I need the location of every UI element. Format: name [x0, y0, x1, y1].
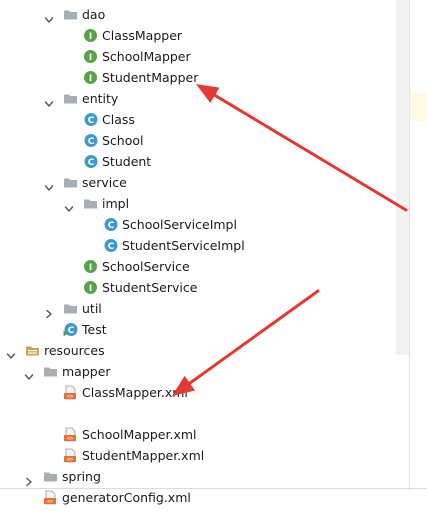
tree-item-label: School [102, 133, 144, 148]
chevron-down-icon[interactable] [64, 199, 74, 212]
tree-row[interactable]: C Class [0, 109, 396, 130]
interface-icon: I [83, 259, 98, 274]
tree-item-label: Test [82, 322, 107, 337]
class-icon: C [83, 154, 98, 169]
chevron-down-icon[interactable] [44, 178, 54, 191]
folder-icon [63, 301, 78, 316]
svg-text:I: I [89, 32, 92, 42]
folder-icon [63, 91, 78, 106]
svg-text:C: C [88, 158, 95, 168]
tree-item-label: util [82, 301, 102, 316]
tree-row[interactable]: <> ClassMapper.xml [0, 382, 396, 403]
svg-text:C: C [108, 242, 115, 252]
interface-icon: I [83, 280, 98, 295]
tree-item-label: ClassMapper.xml [82, 385, 188, 400]
tree-row[interactable]: <> generatorConfig.xml [0, 487, 396, 508]
xml-file-icon: <> [43, 490, 58, 505]
chevron-right-icon[interactable] [24, 472, 34, 487]
tree-item-label: entity [82, 91, 119, 106]
chevron-down-icon[interactable] [24, 367, 34, 380]
xml-file-icon: <> [63, 448, 78, 463]
svg-text:I: I [89, 74, 92, 84]
xml-file-icon: <> [63, 385, 78, 400]
chevron-down-icon[interactable] [44, 94, 54, 107]
tree-item-label: dao [82, 7, 106, 22]
svg-text:C: C [108, 221, 115, 231]
class-icon: C [103, 238, 118, 253]
editor-line-highlight [410, 93, 427, 121]
tree-row[interactable]: I SchoolMapper [0, 46, 396, 67]
svg-text:C: C [68, 326, 75, 336]
class-icon: C [103, 217, 118, 232]
svg-text:<>: <> [67, 436, 74, 442]
tree-item-label: Student [102, 154, 152, 169]
tree-item-label: Class [102, 112, 135, 127]
svg-text:<>: <> [67, 394, 74, 400]
tree-row[interactable]: I SchoolService [0, 256, 396, 277]
xml-file-icon: <> [63, 427, 78, 442]
tree-item-label: SchoolServiceImpl [122, 217, 237, 232]
folder-icon [83, 196, 98, 211]
svg-text:I: I [89, 53, 92, 63]
tree-item-label: SchoolMapper.xml [82, 427, 197, 442]
tree-row[interactable]: service [0, 172, 396, 193]
svg-text:I: I [89, 263, 92, 273]
class-icon: C [83, 112, 98, 127]
tree-row[interactable]: mapper [0, 361, 396, 382]
folder-icon [43, 469, 58, 484]
folder-icon [63, 7, 78, 22]
tree-item-label: service [82, 175, 127, 190]
interface-icon: I [83, 28, 98, 43]
resources-folder-icon [25, 343, 40, 358]
tree-item-label: SchoolMapper [102, 49, 191, 64]
tree-row[interactable]: I ClassMapper [0, 25, 396, 46]
tree-row[interactable]: C Student [0, 151, 396, 172]
tree-row[interactable]: C SchoolServiceImpl [0, 214, 396, 235]
interface-icon: I [83, 49, 98, 64]
tree-item-label: StudentServiceImpl [122, 238, 245, 253]
svg-text:<>: <> [47, 499, 54, 505]
svg-text:I: I [89, 284, 92, 294]
tree-item-label: spring [62, 469, 101, 484]
folder-icon [43, 364, 58, 379]
tree-row[interactable]: C School [0, 130, 396, 151]
tree-item-label: impl [102, 196, 130, 211]
runnable-class-icon: C [63, 322, 78, 337]
tree-item-label: generatorConfig.xml [62, 490, 191, 505]
tree-row[interactable]: <> SchoolMapper.xml [0, 424, 396, 445]
chevron-right-icon[interactable] [44, 304, 54, 319]
tree-row[interactable]: impl [0, 193, 396, 214]
tree-item-label: StudentMapper.xml [82, 448, 205, 463]
chevron-down-icon[interactable] [6, 346, 16, 359]
chevron-down-icon[interactable] [44, 10, 54, 23]
tree-item-label: StudentMapper [102, 70, 199, 85]
folder-icon [63, 175, 78, 190]
tree-row[interactable]: spring [0, 466, 396, 487]
interface-icon: I [83, 70, 98, 85]
tree-item-label: SchoolService [102, 259, 190, 274]
tree-item-label: ClassMapper [102, 28, 183, 43]
tree-row[interactable]: <> StudentMapper.xml [0, 445, 396, 466]
tree-row[interactable]: C StudentServiceImpl [0, 235, 396, 256]
panel-bottom-border [0, 488, 427, 489]
tree-row[interactable]: entity [0, 88, 396, 109]
panel-divider [409, 0, 410, 491]
tree-row[interactable]: I StudentService [0, 277, 396, 298]
svg-text:C: C [88, 116, 95, 126]
svg-text:C: C [88, 137, 95, 147]
class-icon: C [83, 133, 98, 148]
tree-scrollbar[interactable] [396, 0, 410, 355]
tree-item-label: resources [44, 343, 105, 358]
tree-row[interactable]: C Test [0, 319, 396, 340]
project-tree: dao I ClassMapper I SchoolMapper I StudentMapp… [0, 0, 427, 505]
tree-row[interactable]: util [0, 298, 396, 319]
tree-item-label: mapper [62, 364, 111, 379]
svg-text:<>: <> [67, 457, 74, 463]
tree-item-label: StudentService [102, 280, 198, 295]
tree-row[interactable]: I StudentMapper [0, 67, 396, 88]
tree-row[interactable]: resources [0, 340, 396, 361]
tree-row[interactable]: dao [0, 4, 396, 25]
